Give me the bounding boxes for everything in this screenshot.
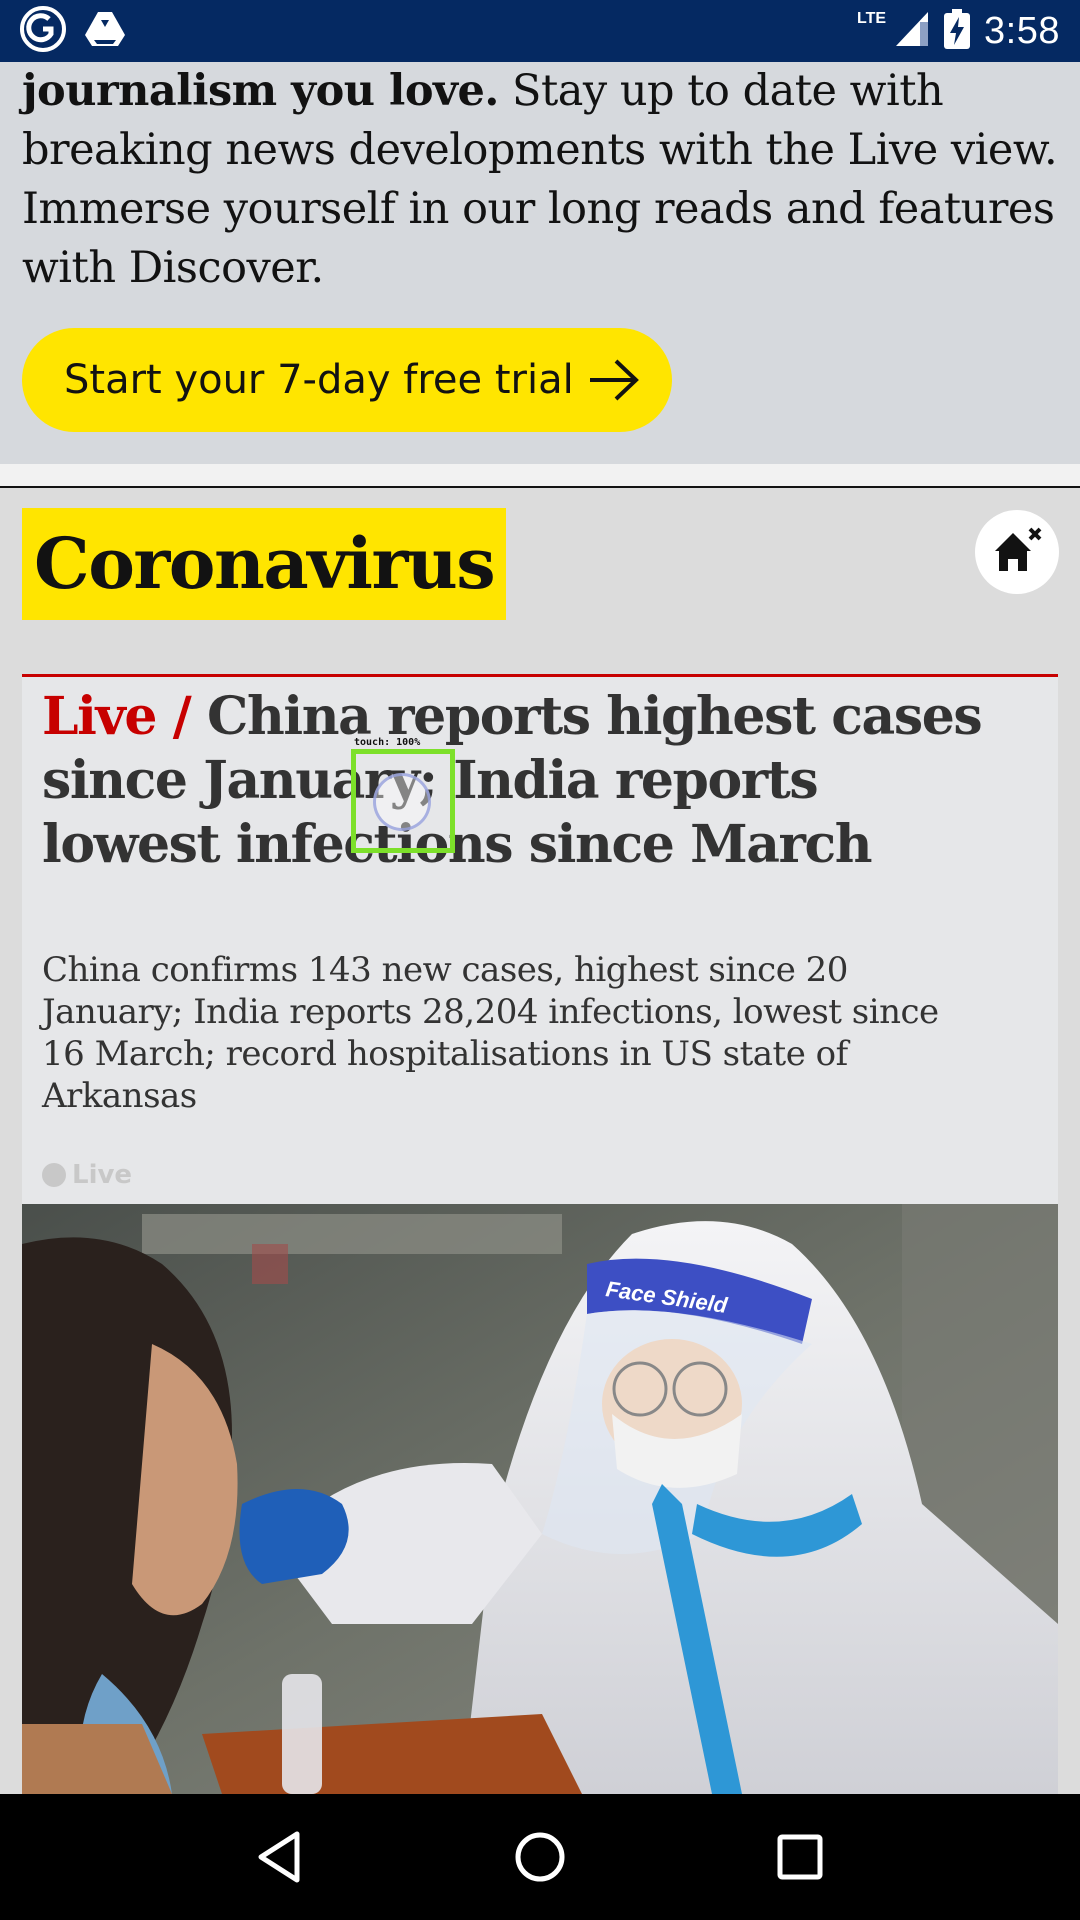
divider: [0, 464, 1080, 486]
network-type: LTE: [857, 10, 887, 27]
live-badge: Live: [42, 1160, 132, 1190]
guardian-app-icon: [20, 6, 66, 56]
live-kicker: Live /: [42, 686, 192, 747]
article-standfirst: China confirms 143 new cases, highest si…: [42, 950, 939, 1116]
arrow-right-icon: [588, 358, 640, 402]
back-icon: [258, 1831, 300, 1883]
article-headline: Live / China reports highest cases since…: [42, 685, 1002, 877]
status-bar: LTE 3:58: [0, 0, 1080, 62]
article-photo: Face Shield: [22, 1204, 1058, 1794]
banner-copy: journalism you love. Stay up to date wit…: [22, 62, 1058, 298]
home-remove-icon: [990, 523, 1044, 581]
drive-icon: [84, 10, 126, 52]
banner-bold-text: journalism you love.: [22, 66, 499, 116]
section-title: Coronavirus: [22, 508, 507, 620]
clock: 3:58: [984, 9, 1060, 52]
back-button[interactable]: [235, 1812, 325, 1902]
navigation-bar: [0, 1794, 1080, 1920]
signal-icon: [894, 10, 930, 53]
home-circle-icon: [515, 1832, 565, 1882]
subscription-banner: journalism you love. Stay up to date wit…: [0, 62, 1080, 464]
remove-from-home-button[interactable]: [975, 510, 1059, 594]
free-trial-button[interactable]: Start your 7-day free trial: [22, 328, 672, 432]
touch-indicator-label: touch: 100%: [354, 737, 421, 748]
live-dot-icon: [42, 1163, 66, 1187]
article-card[interactable]: Live / China reports highest cases since…: [22, 674, 1058, 1794]
recents-button[interactable]: [755, 1812, 845, 1902]
touch-point: [373, 773, 431, 831]
free-trial-label: Start your 7-day free trial: [64, 357, 574, 403]
coronavirus-section: Coronavirus Live / China reports highest…: [0, 488, 1080, 1794]
live-badge-label: Live: [72, 1160, 133, 1190]
battery-charging-icon: [944, 8, 971, 54]
home-button[interactable]: [495, 1812, 585, 1902]
recents-icon: [777, 1834, 823, 1880]
